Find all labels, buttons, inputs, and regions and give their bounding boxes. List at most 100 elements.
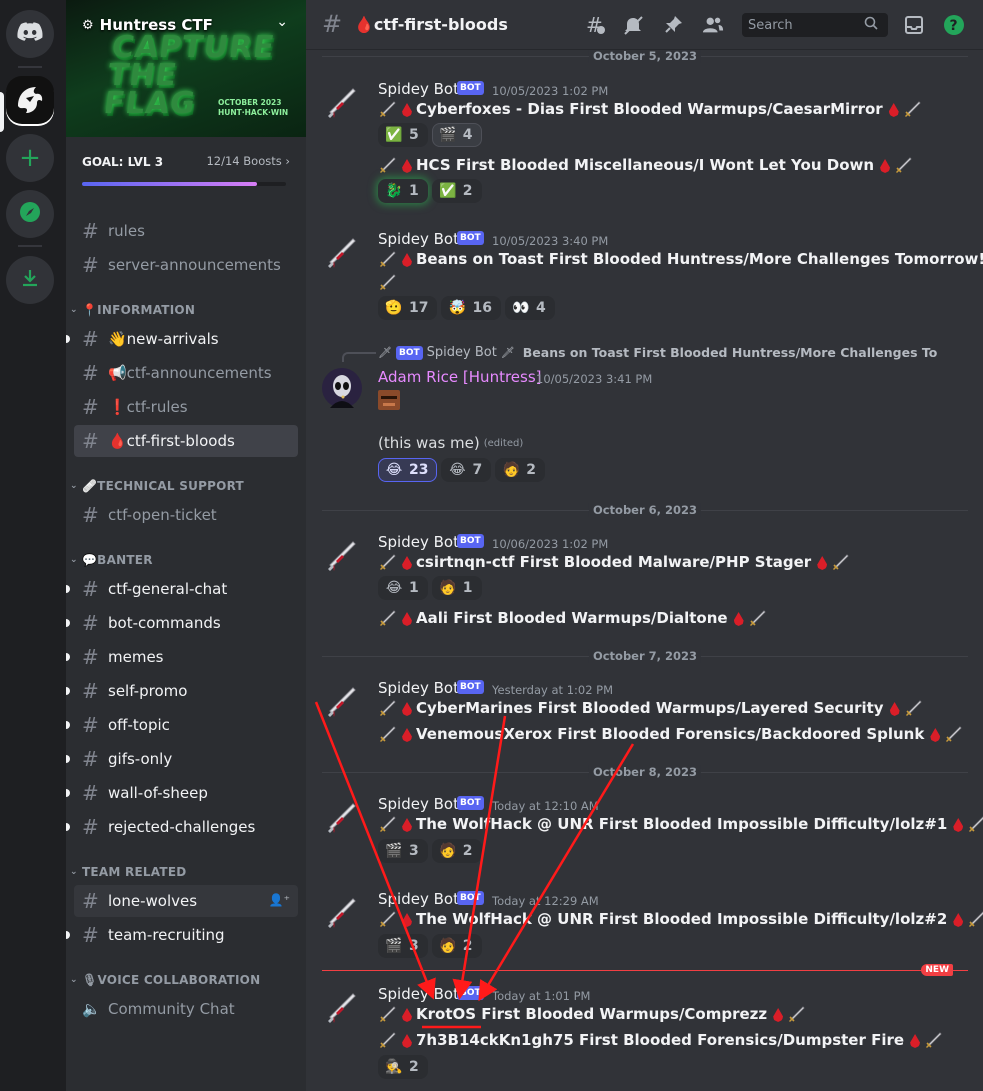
category-team-related[interactable]: ⌄ TEAM RELATED <box>70 865 186 879</box>
message-text: The WolfHack @ UNR First Blooded Impossi… <box>416 815 948 833</box>
channel-label: ❗ctf-rules <box>108 398 188 416</box>
channel-ctf-open-ticket[interactable]: # ctf-open-ticket <box>74 499 298 531</box>
channel-rules[interactable]: # rules <box>74 215 298 247</box>
reaction[interactable]: 🧑 2 <box>431 839 482 863</box>
explore-button[interactable] <box>6 190 54 238</box>
download-apps-button[interactable] <box>6 256 54 304</box>
mute-icon[interactable] <box>622 14 644 36</box>
add-server-button[interactable]: + <box>6 134 54 182</box>
avatar[interactable] <box>322 681 362 721</box>
blood-drop-icon <box>402 103 412 117</box>
reaction[interactable]: 🎬 3 <box>378 934 428 958</box>
channel-team-recruiting[interactable]: # team-recruiting <box>66 919 298 951</box>
channel-rejected-challenges[interactable]: # rejected-challenges <box>66 811 298 843</box>
channel-ctf-rules[interactable]: # ❗ctf-rules <box>74 391 298 423</box>
channel-label: server-announcements <box>108 256 281 274</box>
reaction[interactable]: 🧑 1 <box>431 576 482 600</box>
message-text: Beans on Toast First Blooded Huntress/Mo… <box>416 250 983 268</box>
reaction[interactable]: 😂 23 <box>378 458 438 482</box>
plus-icon: + <box>19 143 41 173</box>
compass-icon <box>19 201 41 227</box>
username[interactable]: Spidey Bot <box>378 230 459 248</box>
username[interactable]: Adam Rice [Huntress] <box>378 368 542 386</box>
reaction[interactable]: 🫡 17 <box>378 296 438 320</box>
bot-tag: BOT <box>457 231 484 245</box>
category-technical-support[interactable]: ⌄ 🩹TECHNICAL SUPPORT <box>70 479 244 493</box>
category-banter[interactable]: ⌄ 💬BANTER <box>70 553 153 567</box>
reaction[interactable]: 🎬 3 <box>378 839 428 863</box>
dagger-icon <box>903 100 923 118</box>
chevron-down-icon[interactable]: ⌄ <box>276 14 288 30</box>
avatar[interactable] <box>322 82 362 122</box>
add-member-icon[interactable]: 👤⁺ <box>269 893 290 907</box>
reaction-count: 5 <box>409 127 419 143</box>
boost-goal[interactable]: GOAL: LVL 3 12/14 Boosts › <box>82 154 290 186</box>
reaction[interactable]: 🐉 1 <box>378 179 428 203</box>
channel-ctf-first-bloods[interactable]: # 🩸ctf-first-bloods <box>74 425 298 457</box>
pin-icon[interactable] <box>662 14 684 36</box>
reaction-count: 17 <box>409 300 429 316</box>
reply-preview[interactable]: 🗡 BOT Spidey Bot 🗡 Beans on Toast First … <box>378 345 938 360</box>
members-icon[interactable] <box>702 14 724 36</box>
reaction[interactable]: 😂 7 <box>441 458 492 482</box>
reaction[interactable]: 🧑 2 <box>495 458 545 482</box>
channel-wall-of-sheep[interactable]: # wall-of-sheep <box>66 777 298 809</box>
category-information[interactable]: ⌄ 📍INFORMATION <box>70 303 195 317</box>
date-divider: October 8, 2023 <box>322 765 968 779</box>
channel-lone-wolves[interactable]: # lone-wolves 👤⁺ <box>74 885 298 917</box>
username[interactable]: Spidey Bot <box>378 80 459 98</box>
goal-label: GOAL: LVL 3 <box>82 155 164 169</box>
channel-gifs-only[interactable]: # gifs-only <box>66 743 298 775</box>
bot-tag: BOT <box>457 534 484 548</box>
avatar[interactable] <box>322 535 362 575</box>
channel-server-announcements[interactable]: # server-announcements <box>74 249 298 281</box>
channel-ctf-general-chat[interactable]: # ctf-general-chat <box>66 573 298 605</box>
username[interactable]: Spidey Bot <box>378 533 459 551</box>
message-line: Beans on Toast First Blooded Huntress/Mo… <box>378 250 983 268</box>
reaction[interactable]: ✅ 5 <box>378 123 428 147</box>
dagger-icon <box>378 815 398 833</box>
channel-off-topic[interactable]: # off-topic <box>66 709 298 741</box>
reaction[interactable]: ✅ 2 <box>431 179 482 203</box>
clapper-icon: 🎬 <box>385 843 403 859</box>
reaction[interactable]: 🧑 2 <box>431 934 482 958</box>
reaction[interactable]: 🕵 2 <box>378 1055 428 1079</box>
username[interactable]: Spidey Bot <box>378 985 459 1003</box>
channel-bot-commands[interactable]: # bot-commands <box>66 607 298 639</box>
inbox-icon[interactable] <box>903 14 925 36</box>
banner-subtitle: OCTOBER 2023 HUNT·HACK·WIN <box>218 98 289 117</box>
avatar[interactable] <box>322 797 362 837</box>
username[interactable]: Spidey Bot <box>378 795 459 813</box>
avatar[interactable] <box>322 368 362 408</box>
avatar[interactable] <box>322 987 362 1027</box>
channel-new-arrivals[interactable]: # 👋new-arrivals <box>66 323 298 355</box>
avatar[interactable] <box>322 892 362 932</box>
home-button[interactable] <box>6 10 54 58</box>
server-huntress[interactable] <box>6 76 54 126</box>
reply-author: Spidey Bot <box>426 345 497 360</box>
server-name-button[interactable]: ⚙ Huntress CTF <box>82 16 213 34</box>
channel-ctf-announcements[interactable]: # 📢ctf-announcements <box>74 357 298 389</box>
message-line: VenemousXerox First Blooded Forensics/Ba… <box>378 725 964 743</box>
channel-memes[interactable]: # memes <box>66 641 298 673</box>
message-text: csirtnqn-ctf First Blooded Malware/PHP S… <box>416 553 812 571</box>
help-icon[interactable]: ? <box>943 14 965 36</box>
reaction[interactable]: 😂 1 <box>378 576 428 600</box>
voice-channel-community-chat[interactable]: 🔈 Community Chat <box>74 993 298 1025</box>
chevron-down-icon: ⌄ <box>70 975 78 985</box>
threads-icon[interactable]: # <box>584 14 606 36</box>
reaction[interactable]: 🤯 16 <box>441 296 501 320</box>
username[interactable]: Spidey Bot <box>378 679 459 697</box>
avatar[interactable] <box>322 232 362 272</box>
username[interactable]: Spidey Bot <box>378 890 459 908</box>
dagger-icon: 🗡 <box>378 346 392 359</box>
blood-drop-icon <box>880 159 891 173</box>
channel-title: 🩸ctf-first-bloods <box>354 15 508 34</box>
channel-self-promo[interactable]: # self-promo <box>66 675 298 707</box>
reaction-count: 3 <box>409 843 419 859</box>
reaction[interactable]: 👀 4 <box>504 296 555 320</box>
reaction[interactable]: 🎬 4 <box>431 123 482 147</box>
reaction-count: 1 <box>409 580 419 596</box>
gear-badge-icon: ⚙ <box>82 17 94 33</box>
category-voice-collaboration[interactable]: ⌄ 🎙VOICE COLLABORATION <box>70 973 260 987</box>
